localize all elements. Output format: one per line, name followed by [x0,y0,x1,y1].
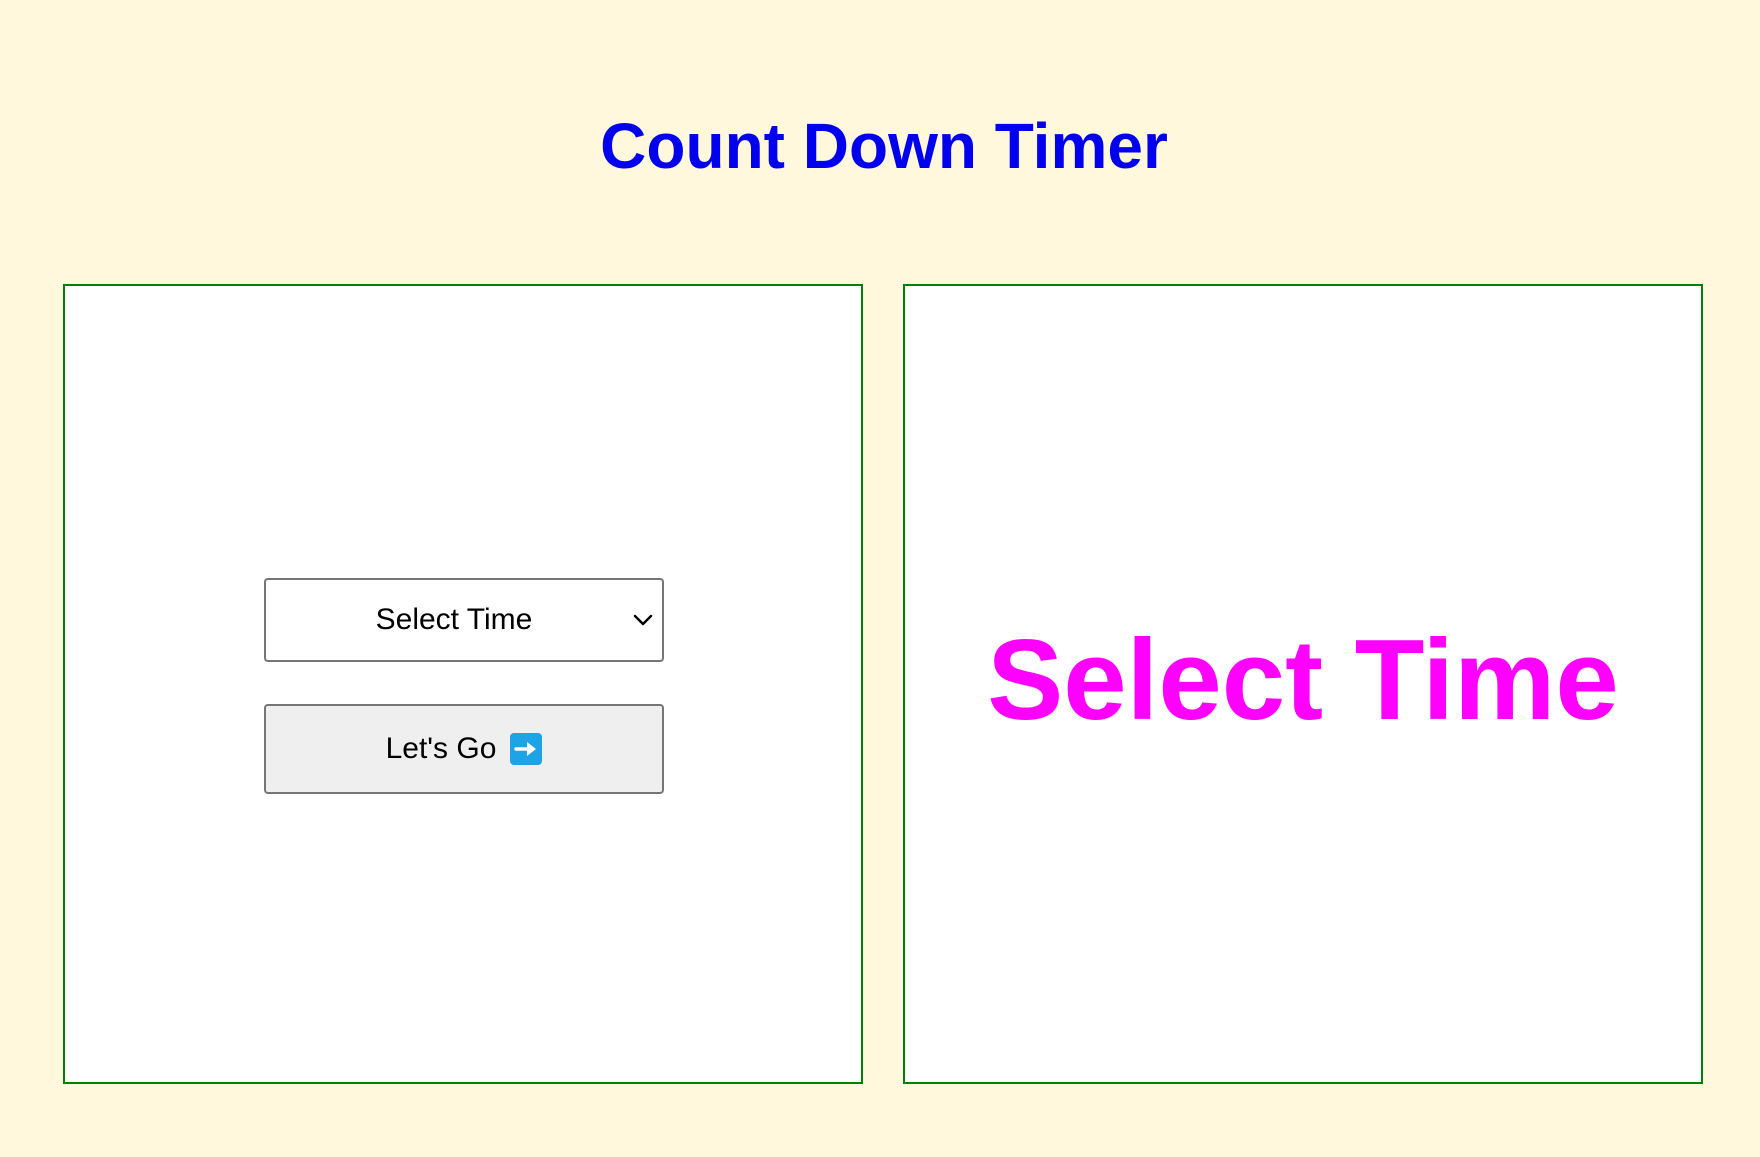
time-select[interactable]: Select Time [264,578,664,662]
lets-go-button[interactable]: Let's Go [264,704,664,794]
controls-panel: Select Time Let's Go [63,284,863,1084]
time-select-value: Select Time [375,603,533,636]
lets-go-label: Let's Go [385,732,497,765]
right-arrow-icon [510,733,543,765]
chevron-down-icon [633,614,653,626]
timer-display: Select Time [987,616,1619,744]
display-panel: Select Time [903,284,1703,1084]
page-title: Count Down Timer [600,110,1168,182]
